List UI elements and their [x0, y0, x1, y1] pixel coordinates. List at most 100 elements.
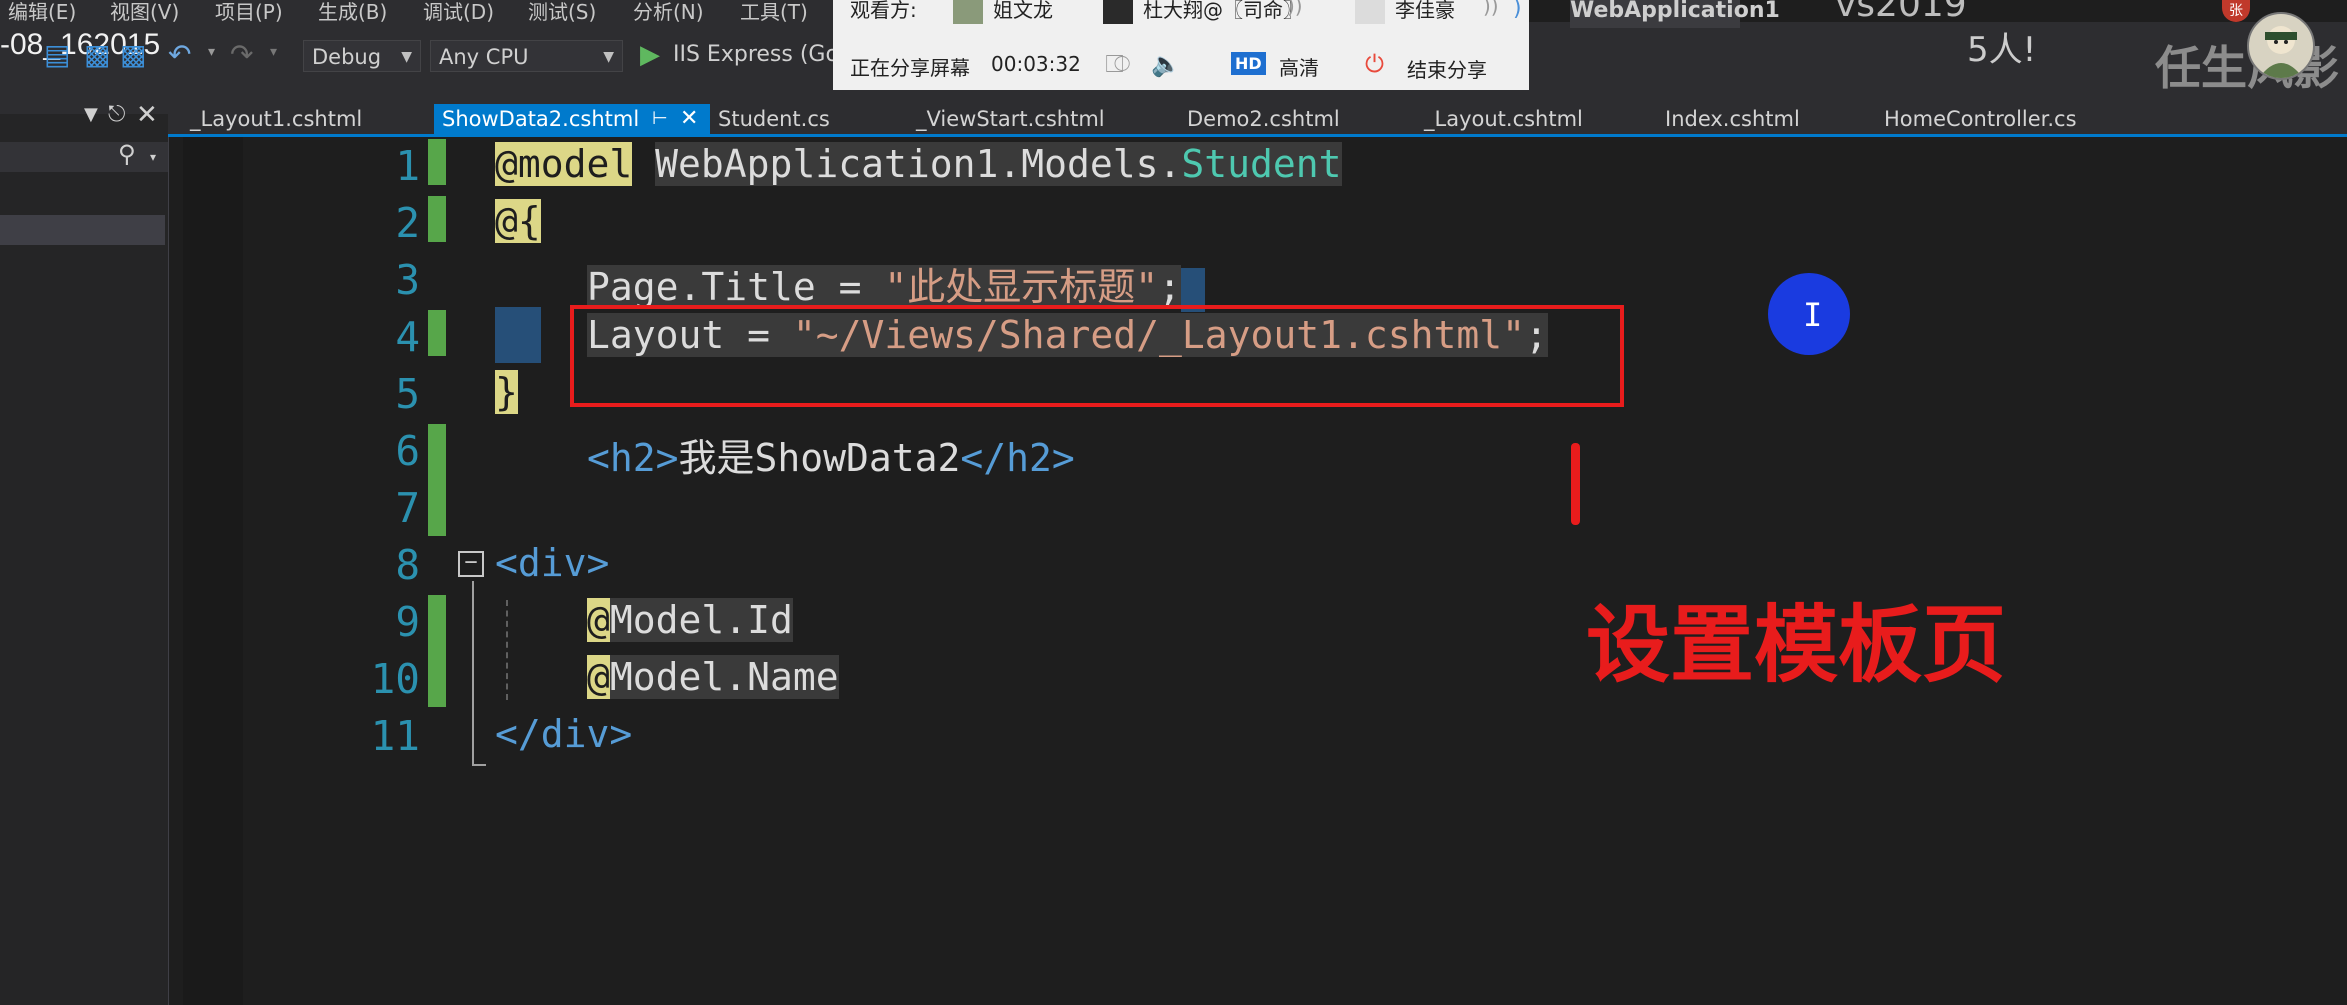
- line-number: 10: [370, 655, 420, 703]
- indent-guide: [506, 600, 508, 700]
- change-indicator: [428, 424, 446, 536]
- code-line-11[interactable]: </div>: [495, 712, 632, 756]
- sound-icon: ): [1513, 0, 1522, 21]
- tab-demo2[interactable]: Demo2.cshtml: [1187, 104, 1340, 134]
- redo-icon[interactable]: ↷: [230, 38, 253, 71]
- share-status: 正在分享屏幕: [850, 56, 970, 80]
- code-line-5[interactable]: }: [495, 370, 518, 414]
- fold-line: [472, 581, 474, 766]
- editor-margin: [183, 137, 243, 1005]
- pin-icon[interactable]: ⎋: [108, 102, 125, 127]
- annotation-box: [570, 305, 1624, 407]
- tab-layout[interactable]: _Layout.cshtml: [1424, 104, 1583, 134]
- search-icon[interactable]: ⚲: [118, 140, 136, 168]
- viewer-name: 杜大翔@〖司命〗: [1143, 0, 1303, 22]
- solution-explorer-panel: [0, 114, 169, 1005]
- presenter-avatar: [2247, 12, 2315, 80]
- config-value: Debug: [312, 45, 382, 69]
- code-line-10[interactable]: @Model.Name: [587, 655, 839, 699]
- undo-dropdown-icon[interactable]: ▾: [208, 44, 215, 60]
- html-tag: </h2>: [960, 436, 1075, 480]
- power-icon[interactable]: ⏻: [1365, 50, 1384, 78]
- chevron-down-icon: ▼: [603, 49, 614, 65]
- viewer-avatar: [953, 0, 983, 24]
- collapse-icon[interactable]: −: [458, 551, 484, 577]
- panel-menu-icon[interactable]: ▼: [84, 104, 98, 125]
- change-indicator: [428, 310, 446, 356]
- tab-homecontroller[interactable]: HomeController.cs: [1884, 104, 2077, 134]
- search-options-icon[interactable]: ▾: [150, 150, 156, 164]
- line-number: 4: [395, 313, 420, 361]
- change-indicator: [428, 196, 446, 242]
- run-target-button[interactable]: IIS Express (Goo: [673, 42, 852, 67]
- speaker-muted-icon[interactable]: 🔈: [1151, 50, 1181, 78]
- viewer-avatar: [1103, 0, 1133, 24]
- tab-student[interactable]: Student.cs: [718, 104, 830, 134]
- redo-dropdown-icon[interactable]: ▾: [270, 44, 277, 60]
- close-icon[interactable]: ✕: [680, 104, 698, 134]
- code-line-6[interactable]: <h2>我是ShowData2</h2>: [587, 427, 1075, 482]
- config-dropdown[interactable]: Debug ▼: [303, 40, 421, 72]
- tab-viewstart[interactable]: _ViewStart.cshtml: [916, 104, 1105, 134]
- line-number: 1: [395, 142, 420, 190]
- menu-bar: 编辑(E) 视图(V) 项目(P) 生成(B) 调试(D) 测试(S) 分析(N…: [0, 0, 840, 24]
- razor-directive: @model: [495, 142, 633, 186]
- close-icon[interactable]: ✕: [136, 100, 158, 130]
- string-literal: "此处显示标题": [884, 265, 1159, 309]
- html-tag: <h2>: [587, 436, 679, 480]
- text-cursor-icon: I: [1803, 296, 1823, 334]
- code-line-1[interactable]: @model WebApplication1.Models.Student: [495, 142, 1342, 186]
- annotation-label: 设置模板页: [1586, 596, 2007, 694]
- open-folder-icon[interactable]: ▤: [44, 38, 70, 71]
- people-count: 5人!: [1967, 30, 2037, 70]
- statement-end: ;: [1158, 265, 1182, 309]
- namespace-text: WebApplication1.Models.: [655, 142, 1182, 186]
- selection-marker: [495, 307, 541, 363]
- html-tag: </div>: [495, 712, 633, 756]
- model-expression: Model.Name: [609, 655, 839, 699]
- platform-dropdown[interactable]: Any CPU ▼: [430, 40, 623, 72]
- solution-title: WebApplication1: [1570, 0, 1780, 28]
- razor-at: @: [587, 655, 610, 699]
- razor-at: @: [587, 598, 610, 642]
- model-expression: Model.Id: [609, 598, 793, 642]
- tab-showdata2[interactable]: ShowData2.cshtml ⊢ ✕: [434, 104, 710, 134]
- viewer-name: 姐文龙: [993, 0, 1053, 22]
- code-line-9[interactable]: @Model.Id: [587, 598, 793, 642]
- property-assign: Page.Title =: [587, 265, 885, 309]
- undo-icon[interactable]: ↶: [168, 38, 191, 71]
- tab-label: ShowData2.cshtml: [442, 107, 640, 131]
- line-number: 11: [370, 712, 420, 760]
- code-line-2[interactable]: @{: [495, 199, 541, 243]
- line-number: 6: [395, 427, 420, 475]
- mic-muted-icon[interactable]: ⎄: [1105, 50, 1130, 78]
- line-number: 5: [395, 370, 420, 418]
- selected-tree-item[interactable]: [0, 215, 165, 245]
- tab-layout1[interactable]: _Layout1.cshtml: [190, 104, 362, 134]
- screen-share-panel: 观看方: 姐文龙 杜大翔@〖司命〗 )) 李佳豪 )) 正在分享屏幕 00:03…: [833, 0, 1529, 90]
- run-play-icon[interactable]: ▶: [640, 40, 660, 70]
- viewer-avatar: [1355, 0, 1385, 24]
- end-share-button[interactable]: 结束分享: [1407, 54, 1487, 83]
- change-indicator: [428, 595, 446, 707]
- heading-text: 我是ShowData2: [678, 436, 961, 480]
- account-badge[interactable]: 张: [2222, 0, 2250, 22]
- fold-line: [472, 764, 486, 766]
- save-all-icon[interactable]: ▩: [120, 38, 146, 71]
- code-line-3[interactable]: Page.Title = "此处显示标题";: [587, 256, 1206, 312]
- line-number: 3: [395, 256, 420, 304]
- pin-icon[interactable]: ⊢: [652, 104, 668, 134]
- code-line-8[interactable]: <div>: [495, 541, 609, 585]
- line-number: 2: [395, 199, 420, 247]
- html-tag: <div>: [495, 541, 610, 585]
- tab-index[interactable]: Index.cshtml: [1665, 104, 1800, 134]
- quality-label[interactable]: 高清: [1279, 52, 1319, 81]
- viewers-label: 观看方:: [850, 0, 917, 22]
- save-icon[interactable]: ▩: [84, 38, 110, 71]
- class-name: Student: [1181, 142, 1342, 186]
- solution-search-input[interactable]: [0, 142, 168, 172]
- viewer-name: 李佳豪: [1395, 0, 1455, 22]
- vs-version-label: vs2019: [1835, 0, 1967, 25]
- chevron-down-icon: ▼: [401, 49, 412, 65]
- hd-badge[interactable]: HD: [1231, 52, 1266, 75]
